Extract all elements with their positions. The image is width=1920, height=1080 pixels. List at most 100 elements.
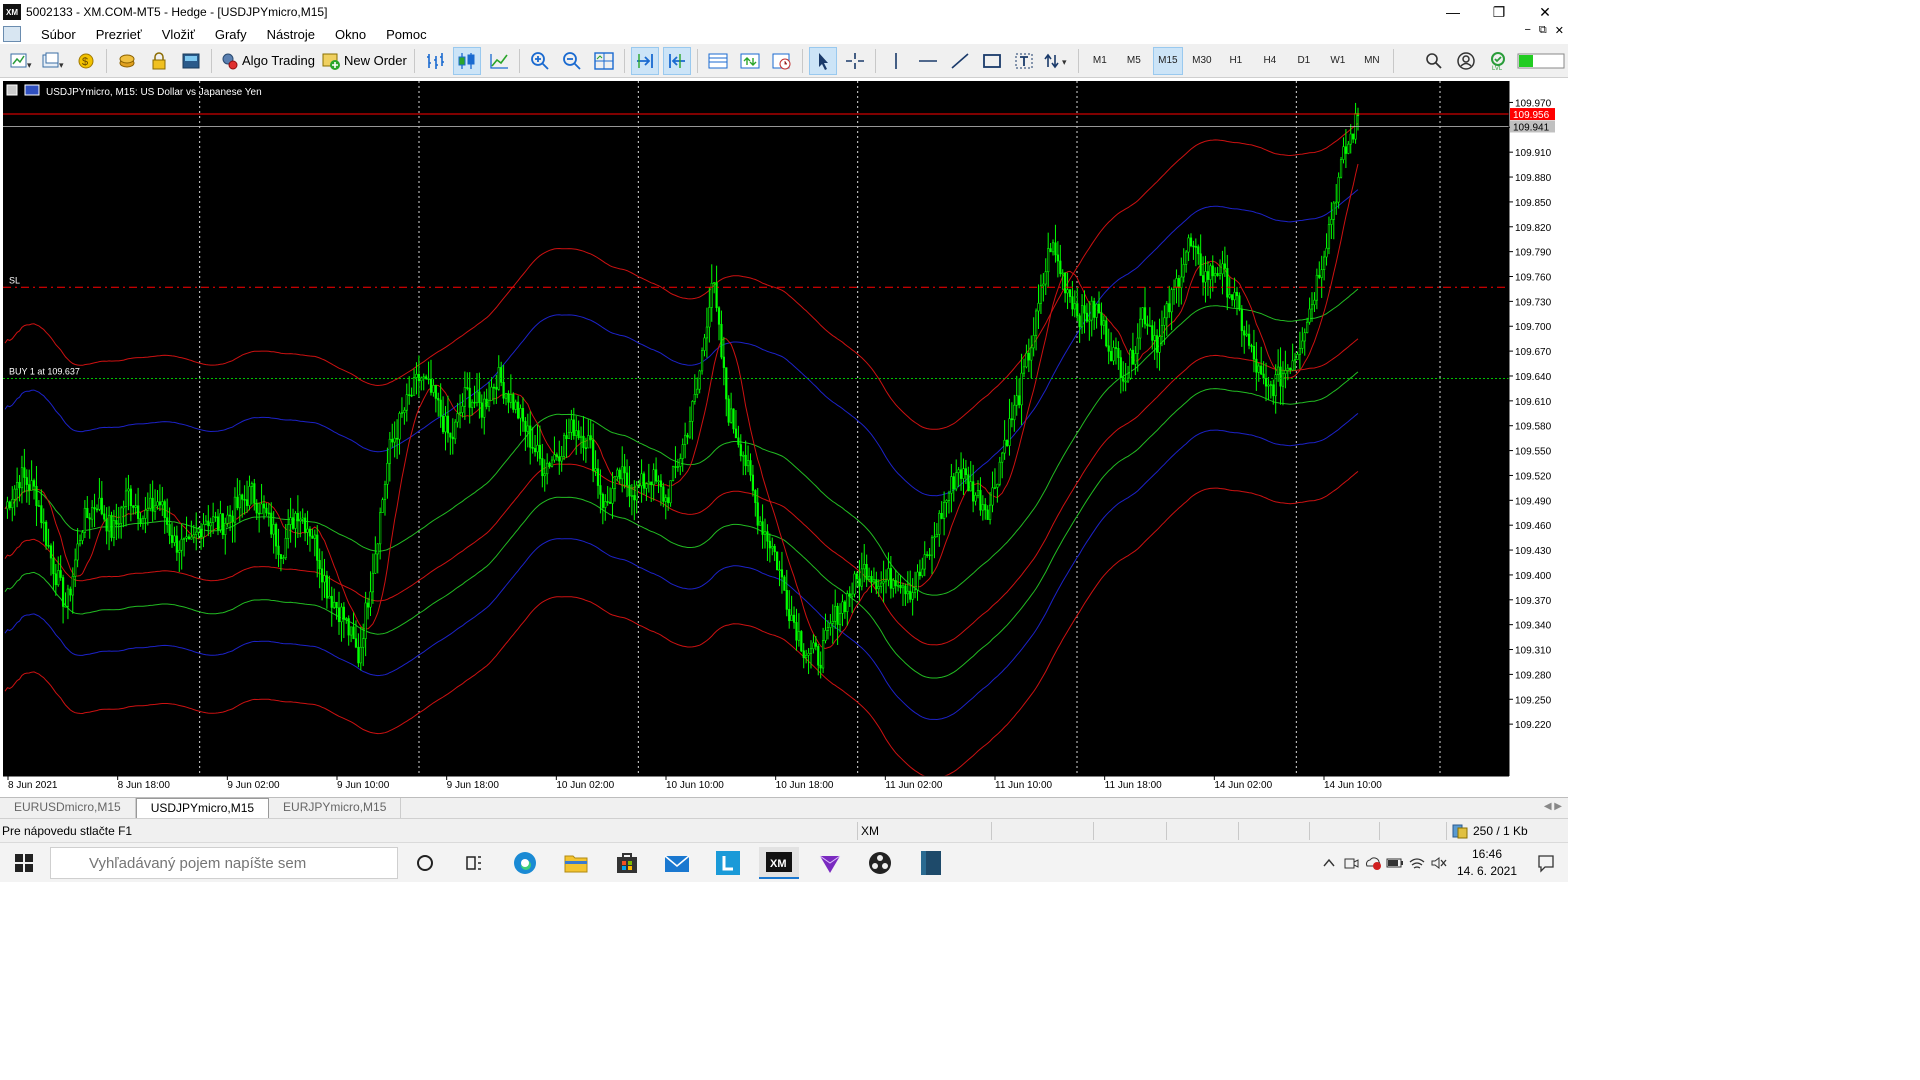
crosshair-tool-button[interactable]	[841, 47, 869, 75]
new-order-button[interactable]: New Order	[320, 47, 408, 75]
candle-body	[1066, 289, 1069, 294]
indicators-button[interactable]	[704, 47, 732, 75]
candle-body	[236, 496, 239, 509]
mdi-restore-button[interactable]: ⧉	[1539, 24, 1547, 37]
timeframe-h1[interactable]: H1	[1221, 47, 1251, 75]
search-button[interactable]	[1420, 47, 1448, 75]
candle-body	[127, 488, 130, 492]
timeframe-m30[interactable]: M30	[1187, 47, 1217, 75]
navigator-button[interactable]	[145, 47, 173, 75]
timeframe-m5[interactable]: M5	[1119, 47, 1149, 75]
candle-body	[1114, 347, 1118, 349]
show-hidden-icons-button[interactable]	[1318, 852, 1340, 874]
periods-button[interactable]	[768, 47, 796, 75]
menu-tools[interactable]: Nástroje	[257, 27, 325, 42]
menu-charts[interactable]: Grafy	[205, 27, 257, 42]
data-window-button[interactable]	[113, 47, 141, 75]
arrows-tool-button[interactable]: ▾	[1042, 47, 1072, 75]
start-button[interactable]	[0, 843, 48, 883]
menu-insert[interactable]: Vložiť	[152, 27, 205, 42]
candle-body	[800, 631, 803, 652]
status-traffic[interactable]: 250 / 1 Kb	[1452, 823, 1528, 839]
wifi-tray-icon[interactable]	[1406, 852, 1428, 874]
task-view-button[interactable]	[454, 847, 494, 879]
taskbar-search-box[interactable]	[50, 847, 398, 879]
price-chart[interactable]: SLBUY 1 at 109.637 109.970109.940109.910…	[0, 79, 1568, 796]
vps-button[interactable]: LVL	[1484, 47, 1512, 75]
cursor-tool-button[interactable]	[808, 46, 837, 75]
cortana-button[interactable]	[405, 847, 445, 879]
restore-button[interactable]: ❐	[1476, 0, 1522, 24]
l-app-taskbar-button[interactable]	[708, 847, 748, 879]
chart-window-icon[interactable]	[3, 26, 21, 42]
timeframe-d1[interactable]: D1	[1289, 47, 1319, 75]
candle-body	[451, 436, 454, 440]
mail-taskbar-button[interactable]	[657, 847, 697, 879]
bar-chart-button[interactable]	[421, 47, 449, 75]
xm-mt5-taskbar-button[interactable]: XM	[759, 847, 799, 879]
profiles-button[interactable]: ▾	[40, 47, 68, 75]
mdi-minimize-button[interactable]: −	[1524, 24, 1530, 37]
menu-view[interactable]: Prezrieť	[86, 27, 152, 42]
menu-help[interactable]: Pomoc	[376, 27, 436, 42]
market-watch-button[interactable]: $	[72, 47, 100, 75]
candle-body	[151, 497, 154, 512]
gem-app-taskbar-button[interactable]	[810, 847, 850, 879]
timeframe-mn[interactable]: MN	[1357, 47, 1387, 75]
timeframe-w1[interactable]: W1	[1323, 47, 1353, 75]
timeframe-m15[interactable]: M15	[1152, 46, 1183, 75]
horizontal-line-tool-button[interactable]	[914, 47, 942, 75]
text-tool-button[interactable]	[1010, 47, 1038, 75]
menu-file[interactable]: Súbor	[31, 27, 86, 42]
store-taskbar-button[interactable]	[607, 847, 647, 879]
candle-body	[64, 605, 67, 608]
edge-taskbar-button[interactable]	[505, 847, 545, 879]
timeframe-h4[interactable]: H4	[1255, 47, 1285, 75]
zoom-in-button[interactable]	[526, 47, 554, 75]
security-tray-icon[interactable]	[1362, 852, 1384, 874]
auto-scroll-button[interactable]	[630, 46, 659, 75]
rectangle-tool-button[interactable]	[978, 47, 1006, 75]
candle-body	[1141, 307, 1144, 320]
price-tick-label: 109.820	[1515, 223, 1552, 234]
templates-button[interactable]	[736, 47, 764, 75]
toolbox-button[interactable]	[177, 47, 205, 75]
tab-eurusd[interactable]: EURUSDmicro,M15	[0, 798, 136, 818]
candle-body	[1168, 303, 1171, 313]
candle-body	[1095, 303, 1098, 318]
new-chart-button[interactable]: ▾	[8, 47, 36, 75]
file-explorer-taskbar-button[interactable]	[556, 847, 596, 879]
vertical-line-tool-button[interactable]	[882, 47, 910, 75]
candle-body	[1332, 202, 1335, 220]
tab-eurjpy[interactable]: EURJPYmicro,M15	[269, 798, 402, 818]
taskbar-search-input[interactable]	[89, 854, 379, 872]
battery-tray-icon[interactable]	[1384, 852, 1406, 874]
candle-body	[1223, 263, 1226, 269]
taskbar-clock[interactable]: 16:46 14. 6. 2021	[1450, 846, 1524, 880]
close-button[interactable]: ✕	[1522, 0, 1568, 24]
line-chart-button[interactable]	[485, 47, 513, 75]
chart-shift-button[interactable]	[662, 46, 691, 75]
tab-scroll-arrows[interactable]: ◀ ▶	[1544, 801, 1562, 812]
menu-window[interactable]: Okno	[325, 27, 376, 42]
candle-body	[1071, 296, 1074, 310]
notification-center-button[interactable]	[1524, 853, 1568, 873]
obs-taskbar-button[interactable]	[860, 847, 900, 879]
account-button[interactable]	[1452, 47, 1480, 75]
timeframe-m1[interactable]: M1	[1085, 47, 1115, 75]
volume-tray-icon[interactable]	[1428, 852, 1450, 874]
chart-window[interactable]: SLBUY 1 at 109.637 109.970109.940109.910…	[0, 79, 1568, 796]
mdi-close-button[interactable]: ✕	[1555, 24, 1564, 37]
book-app-taskbar-button[interactable]	[911, 847, 951, 879]
candle-body	[1187, 237, 1190, 253]
time-tick-label: 11 Jun 10:00	[995, 780, 1053, 791]
camera-tray-icon[interactable]	[1340, 852, 1362, 874]
tab-usdjpy[interactable]: USDJPYmicro,M15	[135, 798, 270, 818]
minimize-button[interactable]: —	[1430, 0, 1476, 24]
candlestick-chart-button[interactable]	[452, 46, 481, 75]
tile-windows-button[interactable]	[590, 47, 618, 75]
algo-trading-button[interactable]: Algo Trading	[218, 47, 316, 75]
candle-body	[1201, 275, 1205, 283]
zoom-out-button[interactable]	[558, 47, 586, 75]
trendline-tool-button[interactable]	[946, 47, 974, 75]
